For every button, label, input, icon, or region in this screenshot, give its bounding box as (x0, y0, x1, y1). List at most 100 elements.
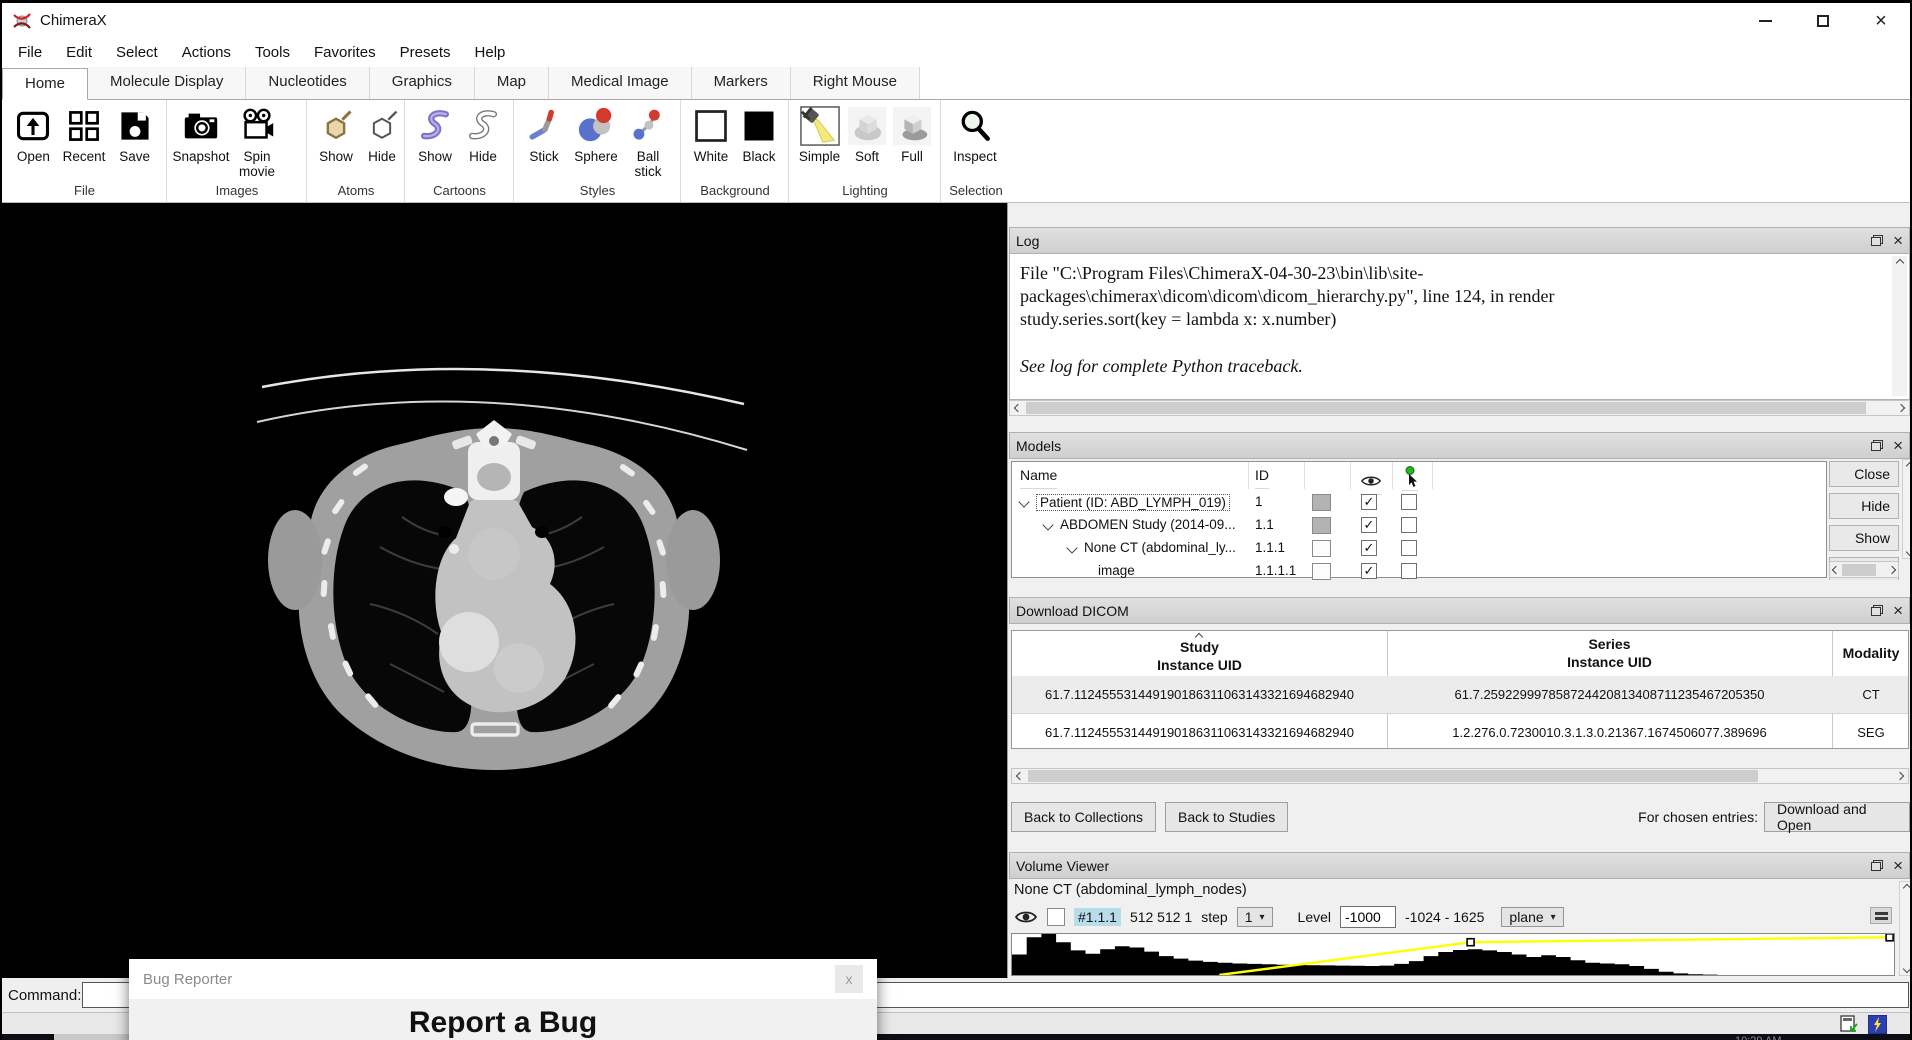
scroll-left-icon[interactable] (1010, 405, 1026, 411)
volume-histogram[interactable] (1011, 933, 1895, 976)
menu-select[interactable]: Select (104, 41, 170, 64)
menu-file[interactable]: File (6, 41, 54, 64)
selected-checkbox[interactable] (1401, 494, 1417, 510)
menu-actions[interactable]: Actions (170, 41, 243, 64)
menu-tools[interactable]: Tools (243, 41, 302, 64)
volume-vertical-scrollbar[interactable] (1899, 881, 1912, 976)
cartoons-show-button[interactable]: Show (413, 104, 457, 165)
menu-edit[interactable]: Edit (54, 41, 104, 64)
tab-nucleotides[interactable]: Nucleotides (246, 67, 369, 99)
scroll-right-icon[interactable] (1892, 773, 1908, 779)
tab-right-mouse[interactable]: Right Mouse (791, 67, 920, 99)
save-button[interactable]: Save (111, 104, 158, 165)
dicom-row-seg[interactable]: 61.7.11245553144919018631106314332169468… (1012, 713, 1908, 750)
color-swatch[interactable] (1312, 563, 1331, 580)
snapshot-button[interactable]: Snapshot (175, 104, 227, 165)
minimize-button[interactable] (1736, 3, 1794, 39)
step-select[interactable]: 1▾ (1237, 907, 1273, 927)
shown-checkbox[interactable]: ✓ (1361, 563, 1377, 579)
shown-checkbox[interactable]: ✓ (1361, 494, 1377, 510)
cartoons-hide-button[interactable]: Hide (461, 104, 505, 165)
menu-favorites[interactable]: Favorites (302, 41, 388, 64)
model-id-chip[interactable]: #1.1.1 (1074, 908, 1121, 926)
open-button[interactable]: Open (10, 104, 57, 165)
panel-close-icon[interactable]: × (1893, 437, 1903, 454)
level-input[interactable] (1340, 906, 1396, 928)
undock-icon[interactable] (1871, 860, 1883, 871)
scroll-left-icon[interactable] (1012, 773, 1028, 779)
recent-button[interactable]: Recent (61, 104, 108, 165)
models-vertical-scrollbar[interactable] (1902, 459, 1910, 559)
selected-checkbox[interactable] (1401, 540, 1417, 556)
scrollbar-thumb[interactable] (1026, 402, 1866, 414)
graphics-viewport[interactable] (2, 203, 1007, 978)
model-row-patient[interactable]: Patient (ID: ABD_LYMPH_019) 1 ✓ (1012, 491, 1826, 514)
dialog-close-icon[interactable]: x (835, 965, 863, 993)
selected-checkbox[interactable] (1401, 563, 1417, 579)
selected-checkbox[interactable] (1401, 517, 1417, 533)
lightning-bolt-icon[interactable] (1868, 1015, 1887, 1034)
model-row-series[interactable]: None CT (abdominal_ly... 1.1.1 ✓ (1012, 537, 1826, 560)
dicom-col-modality[interactable]: Modality (1832, 631, 1910, 676)
log-horizontal-scrollbar[interactable] (1009, 400, 1910, 416)
soft-lighting-button[interactable]: Soft (846, 104, 888, 165)
atoms-hide-button[interactable]: Hide (361, 104, 403, 165)
tab-markers[interactable]: Markers (692, 67, 791, 99)
panel-close-icon[interactable]: × (1893, 232, 1903, 249)
models-hide-button[interactable]: Hide (1829, 493, 1899, 519)
tab-map[interactable]: Map (475, 67, 549, 99)
dicom-col-series[interactable]: SeriesInstance UID (1387, 631, 1832, 676)
model-row-image[interactable]: image 1.1.1.1 ✓ (1012, 560, 1826, 580)
undock-icon[interactable] (1871, 605, 1883, 616)
ball-stick-style-button[interactable]: Ball stick (626, 104, 670, 180)
spin-movie-button[interactable]: Spin movie (231, 104, 283, 180)
black-background-button[interactable]: Black (737, 104, 781, 165)
sphere-style-button[interactable]: Sphere (570, 104, 622, 165)
simple-lighting-button[interactable]: Simple (797, 104, 842, 165)
models-show-button[interactable]: Show (1829, 525, 1899, 551)
models-horizontal-scrollbar[interactable] (1829, 561, 1899, 578)
bug-reporter-titlebar[interactable]: Bug Reporter x (129, 959, 877, 999)
window-capture-icon[interactable] (1840, 1015, 1859, 1034)
dicom-horizontal-scrollbar[interactable] (1011, 768, 1909, 784)
tab-molecule-display[interactable]: Molecule Display (88, 67, 246, 99)
scroll-right-icon[interactable] (1886, 567, 1898, 573)
shown-checkbox[interactable]: ✓ (1361, 517, 1377, 533)
menu-help[interactable]: Help (463, 41, 518, 64)
models-close-button[interactable]: Close (1829, 461, 1899, 487)
volume-color-swatch[interactable] (1047, 908, 1065, 926)
color-swatch[interactable] (1312, 517, 1331, 534)
style-select[interactable]: plane▾ (1501, 907, 1563, 927)
eye-icon[interactable] (1014, 909, 1038, 925)
color-swatch[interactable] (1312, 540, 1331, 557)
shown-checkbox[interactable]: ✓ (1361, 540, 1377, 556)
scrollbar-thumb[interactable] (1842, 564, 1876, 576)
maximize-button[interactable] (1794, 3, 1852, 39)
scroll-left-icon[interactable] (1830, 567, 1842, 573)
color-swatch[interactable] (1312, 494, 1331, 511)
tab-home[interactable]: Home (2, 68, 88, 100)
expander-icon[interactable] (1018, 496, 1029, 507)
models-col-name[interactable]: Name (1020, 462, 1057, 489)
menu-presets[interactable]: Presets (388, 41, 463, 64)
close-button[interactable]: × (1852, 3, 1910, 39)
inspect-button[interactable]: Inspect (949, 104, 1001, 165)
expander-icon[interactable] (1066, 542, 1077, 553)
panel-close-icon[interactable]: × (1893, 602, 1903, 619)
back-to-collections-button[interactable]: Back to Collections (1011, 802, 1156, 832)
panel-close-icon[interactable]: × (1893, 857, 1903, 874)
stick-style-button[interactable]: Stick (522, 104, 566, 165)
back-to-studies-button[interactable]: Back to Studies (1165, 802, 1288, 832)
tab-graphics[interactable]: Graphics (370, 67, 475, 99)
scrollbar-thumb[interactable] (1028, 770, 1758, 782)
model-row-study[interactable]: ABDOMEN Study (2014-09... 1.1 ✓ (1012, 514, 1826, 537)
undock-icon[interactable] (1871, 235, 1883, 246)
download-and-open-button[interactable]: Download and Open (1764, 802, 1910, 832)
collapse-icon[interactable] (1870, 907, 1892, 924)
full-lighting-button[interactable]: Full (892, 104, 932, 165)
scroll-right-icon[interactable] (1893, 405, 1909, 411)
undock-icon[interactable] (1871, 440, 1883, 451)
log-vertical-scrollbar[interactable] (1892, 256, 1907, 396)
dicom-col-study[interactable]: StudyInstance UID (1012, 631, 1387, 676)
dicom-row-ct[interactable]: 61.7.11245553144919018631106314332169468… (1012, 676, 1908, 713)
